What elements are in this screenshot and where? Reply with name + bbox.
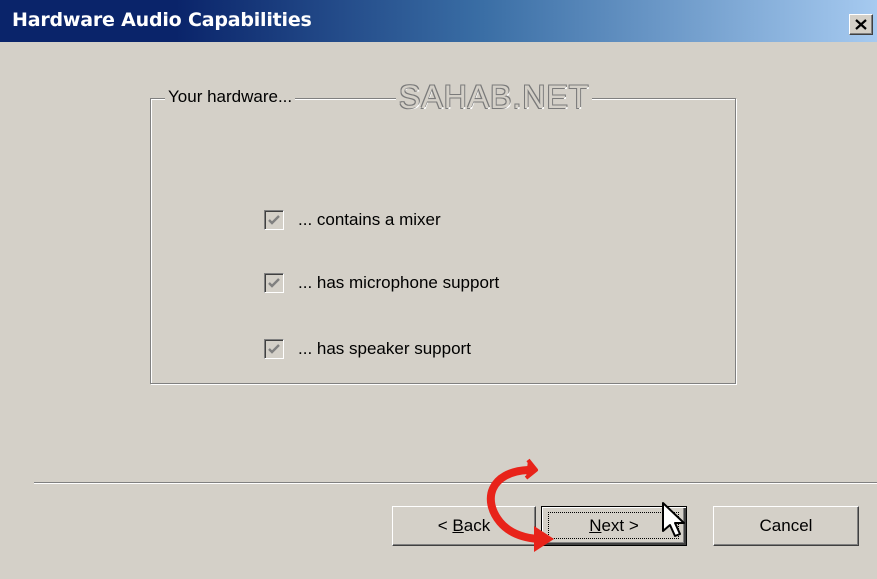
dialog-window: Hardware Audio Capabilities Your hardwar… bbox=[0, 0, 877, 579]
close-icon bbox=[855, 19, 867, 30]
check-icon bbox=[268, 215, 280, 225]
microphone-label: ... has microphone support bbox=[298, 273, 500, 292]
watermark: SAHAB.NET bbox=[396, 79, 593, 116]
focus-rectangle bbox=[548, 512, 679, 539]
close-button[interactable] bbox=[849, 14, 873, 35]
checkbox-row-speaker[interactable]: ... has speaker support bbox=[264, 337, 471, 361]
microphone-checkbox[interactable] bbox=[264, 273, 284, 293]
checkbox-row-mixer[interactable]: ... contains a mixer bbox=[264, 208, 441, 232]
groupbox-label: Your hardware... bbox=[165, 87, 296, 107]
separator-line bbox=[34, 482, 877, 484]
check-icon bbox=[268, 344, 280, 354]
dialog-body: Your hardware... SAHAB.NET ... contains … bbox=[0, 42, 877, 579]
mixer-label: ... contains a mixer bbox=[298, 210, 441, 229]
title-bar[interactable]: Hardware Audio Capabilities bbox=[0, 0, 877, 42]
hardware-groupbox: Your hardware... SAHAB.NET ... contains … bbox=[150, 79, 736, 384]
curved-arrow-icon bbox=[486, 458, 554, 552]
speaker-checkbox[interactable] bbox=[264, 339, 284, 359]
cancel-button[interactable]: Cancel bbox=[713, 506, 859, 546]
cancel-button-label: Cancel bbox=[759, 516, 813, 535]
speaker-label: ... has speaker support bbox=[298, 339, 471, 358]
mixer-checkbox[interactable] bbox=[264, 210, 284, 230]
check-icon bbox=[268, 278, 280, 288]
checkbox-row-microphone[interactable]: ... has microphone support bbox=[264, 271, 499, 295]
mouse-pointer-icon bbox=[662, 502, 685, 537]
window-title: Hardware Audio Capabilities bbox=[12, 9, 312, 31]
